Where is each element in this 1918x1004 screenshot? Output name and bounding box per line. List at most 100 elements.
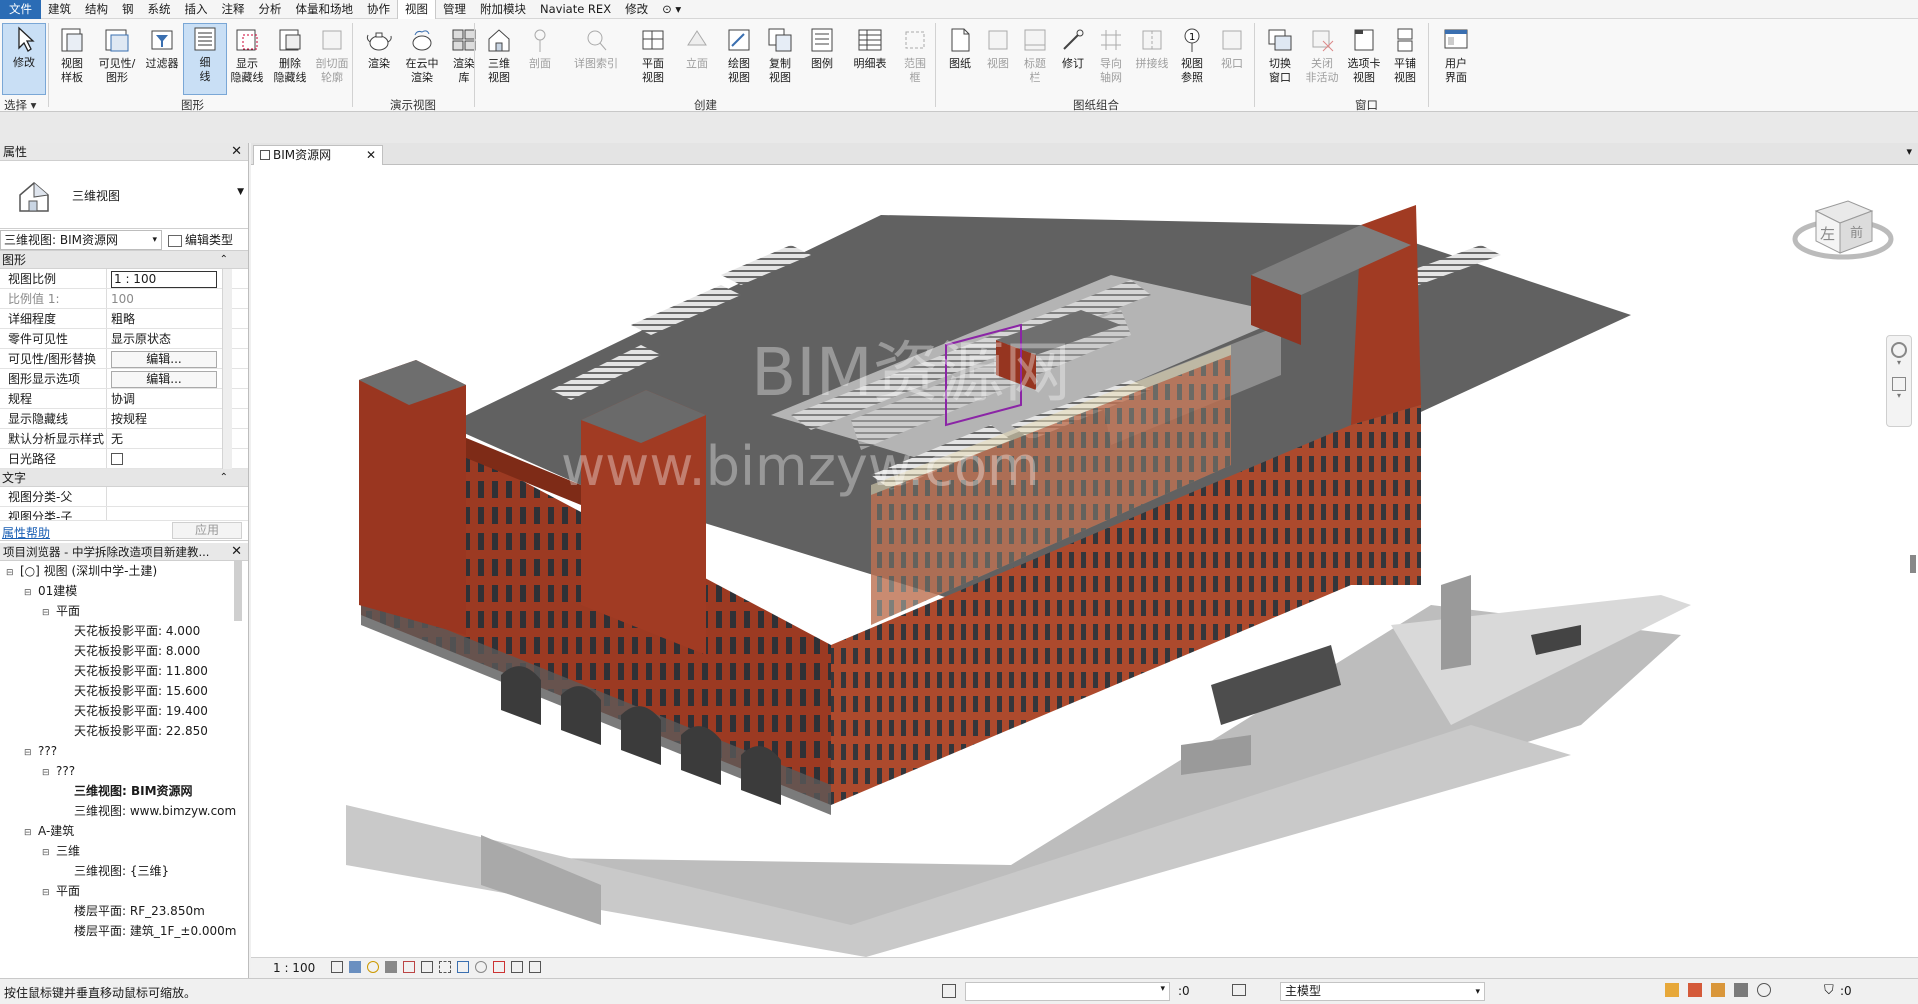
viewport-scroll-thumb[interactable]: [1910, 555, 1916, 573]
detail-level-icon[interactable]: [331, 961, 343, 973]
building-model-render[interactable]: BIM资源网 www.bimzyw.com: [251, 165, 1918, 957]
switch-window-tool[interactable]: 切换 窗口: [1258, 25, 1302, 85]
design-options-icon[interactable]: [1232, 984, 1246, 996]
browser-item[interactable]: 天花板投影平面: 4.000: [0, 621, 248, 641]
elevation-tool[interactable]: 立面: [675, 25, 719, 71]
browser-item[interactable]: ⊟ 平面: [0, 881, 248, 901]
viewcube[interactable]: 左 前: [1788, 177, 1898, 277]
tab-views-tool[interactable]: 选项卡 视图: [1342, 25, 1386, 85]
lock-view-icon[interactable]: [457, 961, 469, 973]
close-icon[interactable]: ✕: [366, 146, 376, 164]
prop-value[interactable]: [107, 487, 248, 506]
design-option-select[interactable]: 主模型 ▾: [1280, 982, 1485, 1001]
menu-insert[interactable]: 插入: [178, 0, 215, 19]
edit-visibility-button[interactable]: 编辑...: [111, 351, 217, 368]
group-text[interactable]: 文字 ⌃: [0, 469, 248, 487]
render-tool[interactable]: 渲染: [357, 25, 401, 71]
document-tab[interactable]: BIM资源网 ✕: [253, 145, 383, 165]
scope-box-tool[interactable]: 范围 框: [893, 25, 937, 85]
viewport-tool[interactable]: 视口: [1210, 25, 1254, 71]
shadows-icon[interactable]: [385, 961, 397, 973]
browser-item[interactable]: 三维视图: {三维}: [0, 861, 248, 881]
view-reference-tool[interactable]: 1 视图 参照: [1170, 25, 1214, 85]
remove-hidden-lines-tool[interactable]: 删除 隐藏线: [268, 25, 312, 85]
cloud-render-tool[interactable]: 在云中 渲染: [400, 25, 444, 85]
close-inactive-tool[interactable]: 关闭 非活动: [1300, 25, 1344, 85]
menu-modify[interactable]: 修改: [618, 0, 655, 19]
browser-item[interactable]: 天花板投影平面: 19.400: [0, 701, 248, 721]
drafting-view-tool[interactable]: 绘图 视图: [717, 25, 761, 85]
menu-annotate[interactable]: 注释: [215, 0, 252, 19]
expander-icon[interactable]: ⊟: [24, 823, 34, 841]
visual-style-icon[interactable]: [349, 961, 361, 973]
menu-extra-dropdown[interactable]: ⊙ ▾: [655, 0, 688, 19]
menu-systems[interactable]: 系统: [141, 0, 178, 19]
properties-help-link[interactable]: 属性帮助: [2, 524, 50, 541]
section-tool[interactable]: 剖面: [518, 25, 562, 71]
select-pinned-icon[interactable]: [1711, 983, 1725, 997]
user-interface-tool[interactable]: 用户 界面: [1434, 25, 1478, 85]
sun-path-checkbox[interactable]: [111, 453, 123, 465]
group-graphics[interactable]: 图形 ⌃: [0, 251, 248, 269]
crop-view-icon[interactable]: [421, 961, 433, 973]
zoom-icon[interactable]: [1892, 377, 1906, 391]
browser-item[interactable]: ⊟???: [0, 741, 248, 761]
matchline-tool[interactable]: 拼接线: [1130, 25, 1174, 71]
instance-selector[interactable]: 三维视图: BIM资源网 ▾: [0, 230, 162, 250]
filter-icon[interactable]: ⛉: [1824, 983, 1834, 998]
browser-scrollbar[interactable]: [234, 561, 242, 621]
expander-icon[interactable]: ⊟: [42, 763, 52, 781]
schedule-tool[interactable]: 明细表: [845, 25, 895, 71]
browser-item[interactable]: 三维视图: BIM资源网: [0, 781, 248, 801]
expander-icon[interactable]: ⊟: [24, 583, 34, 601]
reveal-hidden-icon[interactable]: [493, 961, 505, 973]
browser-item[interactable]: 三维视图: www.bimzyw.com: [0, 801, 248, 821]
browser-item[interactable]: ⊟ 平面: [0, 601, 248, 621]
browser-item[interactable]: 天花板投影平面: 22.850: [0, 721, 248, 741]
menu-addins[interactable]: 附加模块: [473, 0, 533, 19]
thin-lines-tool[interactable]: 细 线: [183, 23, 227, 95]
workset-select[interactable]: ▾: [965, 982, 1170, 1001]
select-by-face-icon[interactable]: [1734, 983, 1748, 997]
steering-wheel-icon[interactable]: [1891, 342, 1907, 358]
edit-graphic-display-button[interactable]: 编辑...: [111, 371, 217, 388]
view-scale[interactable]: 1 : 100: [273, 961, 315, 975]
filters-tool[interactable]: 过滤器: [140, 25, 184, 71]
collapse-icon[interactable]: ⌃: [220, 469, 228, 487]
worksharing-icon[interactable]: [511, 961, 523, 973]
browser-item[interactable]: ⊟ [○] 视图 (深圳中学-土建): [0, 561, 248, 581]
panel-select-title[interactable]: 选择 ▾: [4, 97, 36, 113]
menu-massing[interactable]: 体量和场地: [289, 0, 361, 19]
modify-tool[interactable]: 修改: [2, 23, 46, 95]
legend-tool[interactable]: 图例: [800, 25, 844, 71]
expander-icon[interactable]: ⊟: [42, 603, 52, 621]
expander-icon[interactable]: ⊟: [6, 563, 16, 581]
properties-scrollbar[interactable]: [222, 269, 232, 469]
analytical-model-icon[interactable]: [529, 961, 541, 973]
menu-view[interactable]: 视图: [397, 0, 436, 19]
menu-naviate[interactable]: Naviate REX: [533, 0, 618, 19]
duplicate-view-tool[interactable]: 复制 视图: [758, 25, 802, 85]
worksets-icon[interactable]: [942, 984, 956, 998]
visibility-graphics-tool[interactable]: 可见性/ 图形: [95, 25, 139, 85]
browser-item[interactable]: ⊟ 三维: [0, 841, 248, 861]
show-hidden-lines-tool[interactable]: 显示 隐藏线: [225, 25, 269, 85]
guide-grid-tool[interactable]: 导向 轴网: [1089, 25, 1133, 85]
select-links-icon[interactable]: [1665, 983, 1679, 997]
drag-elements-icon[interactable]: [1757, 983, 1771, 997]
collapse-icon[interactable]: ⌃: [220, 251, 228, 269]
cut-profile-tool[interactable]: 剖切面 轮廓: [310, 25, 354, 85]
chevron-down-icon[interactable]: ▾: [1887, 358, 1911, 367]
tab-list-icon[interactable]: ▾: [1906, 145, 1912, 158]
close-icon[interactable]: ✕: [231, 143, 242, 161]
browser-item[interactable]: ⊟ 01建模: [0, 581, 248, 601]
expander-icon[interactable]: ⊟: [42, 883, 52, 901]
render-icon[interactable]: [403, 961, 415, 973]
type-selector[interactable]: 三维视图 ▼: [0, 161, 248, 229]
callout-tool[interactable]: 详图索引: [571, 25, 621, 71]
menu-manage[interactable]: 管理: [436, 0, 473, 19]
close-icon[interactable]: ✕: [231, 543, 242, 561]
temporary-hide-icon[interactable]: [475, 961, 487, 973]
browser-item[interactable]: 天花板投影平面: 15.600: [0, 681, 248, 701]
view-template-tool[interactable]: 视图 样板: [50, 25, 94, 85]
